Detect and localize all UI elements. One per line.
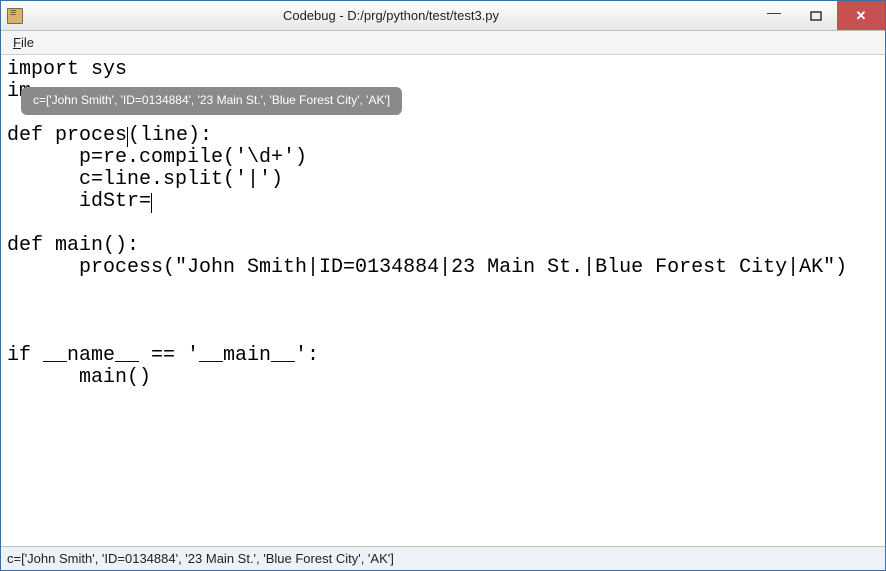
- code-line: p=re.compile('\d+'): [7, 146, 307, 169]
- code-line: if __name__ == '__main__':: [7, 344, 319, 367]
- debug-tooltip: c=['John Smith', 'ID=0134884', '23 Main …: [21, 87, 402, 115]
- menu-file-underline: F: [13, 35, 21, 50]
- window-controls: — ✕: [753, 1, 885, 30]
- debug-tooltip-text: c=['John Smith', 'ID=0134884', '23 Main …: [33, 93, 390, 107]
- code-line: main(): [7, 366, 151, 389]
- code-line: c=line.split('|'): [7, 168, 283, 191]
- code-line: def main():: [7, 234, 139, 257]
- code-line: [7, 256, 79, 279]
- app-icon: [7, 8, 23, 24]
- text-caret: [151, 193, 152, 213]
- code-line: process("John Smith|ID=0134884|23 Main S…: [79, 256, 847, 279]
- menubar: File: [1, 31, 885, 55]
- code-editor[interactable]: import sys im def proces(line): p=re.com…: [1, 55, 885, 546]
- code-line: idStr=: [7, 190, 151, 213]
- minimize-button[interactable]: —: [753, 1, 795, 30]
- code-line: def proces: [7, 124, 127, 147]
- status-text: c=['John Smith', 'ID=0134884', '23 Main …: [7, 551, 394, 566]
- close-button[interactable]: ✕: [837, 1, 885, 30]
- app-window: Codebug - D:/prg/python/test/test3.py — …: [0, 0, 886, 571]
- window-title: Codebug - D:/prg/python/test/test3.py: [29, 8, 753, 23]
- statusbar: c=['John Smith', 'ID=0134884', '23 Main …: [1, 546, 885, 570]
- secondary-caret: [127, 127, 128, 147]
- menu-file[interactable]: File: [7, 33, 40, 52]
- code-line: import sys: [7, 58, 127, 81]
- code-line: (line):: [128, 124, 212, 147]
- titlebar[interactable]: Codebug - D:/prg/python/test/test3.py — …: [1, 1, 885, 31]
- maximize-button[interactable]: [795, 1, 837, 30]
- menu-file-rest: ile: [21, 35, 34, 50]
